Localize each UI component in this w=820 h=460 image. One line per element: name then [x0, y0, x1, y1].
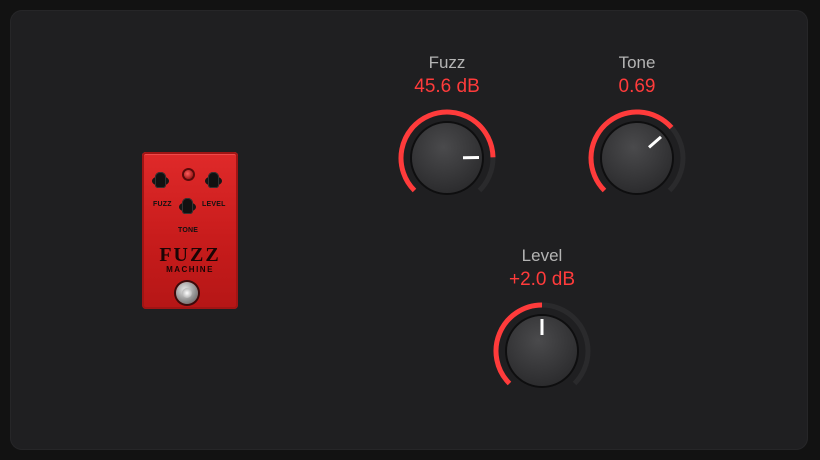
- level-control: Level +2.0 dB: [472, 245, 612, 388]
- tone-knob[interactable]: [587, 108, 687, 208]
- fuzz-knob[interactable]: [397, 108, 497, 208]
- pedal-brand-title: FUZZ: [159, 244, 221, 266]
- pedal-level-label: LEVEL: [202, 201, 226, 208]
- tone-control: Tone 0.69: [567, 52, 707, 195]
- pedal-fuzz-knob-icon: [152, 166, 169, 190]
- fuzz-value[interactable]: 45.6 dB: [377, 74, 517, 100]
- fuzz-label: Fuzz: [428, 53, 466, 72]
- pedal-tone-label: TONE: [178, 227, 199, 234]
- pedal-fuzz-label: FUZZ: [153, 201, 172, 208]
- led-icon: [184, 170, 193, 179]
- tone-knob-body: [602, 123, 672, 193]
- tone-label: Tone: [618, 53, 656, 72]
- pedal-tone-knob-icon: [179, 192, 196, 216]
- level-label: Level: [521, 246, 563, 265]
- tone-value[interactable]: 0.69: [567, 74, 707, 100]
- fuzz-pedal-image: FUZZ LEVEL TONE FUZZ MACHINE: [142, 152, 238, 309]
- level-knob[interactable]: [492, 301, 592, 401]
- fuzz-control: Fuzz 45.6 dB: [377, 52, 517, 195]
- pedal-level-knob-icon: [205, 166, 222, 190]
- level-value[interactable]: +2.0 dB: [472, 267, 612, 293]
- footswitch-icon: [176, 282, 198, 304]
- pedal-brand-subtitle: MACHINE: [166, 265, 214, 274]
